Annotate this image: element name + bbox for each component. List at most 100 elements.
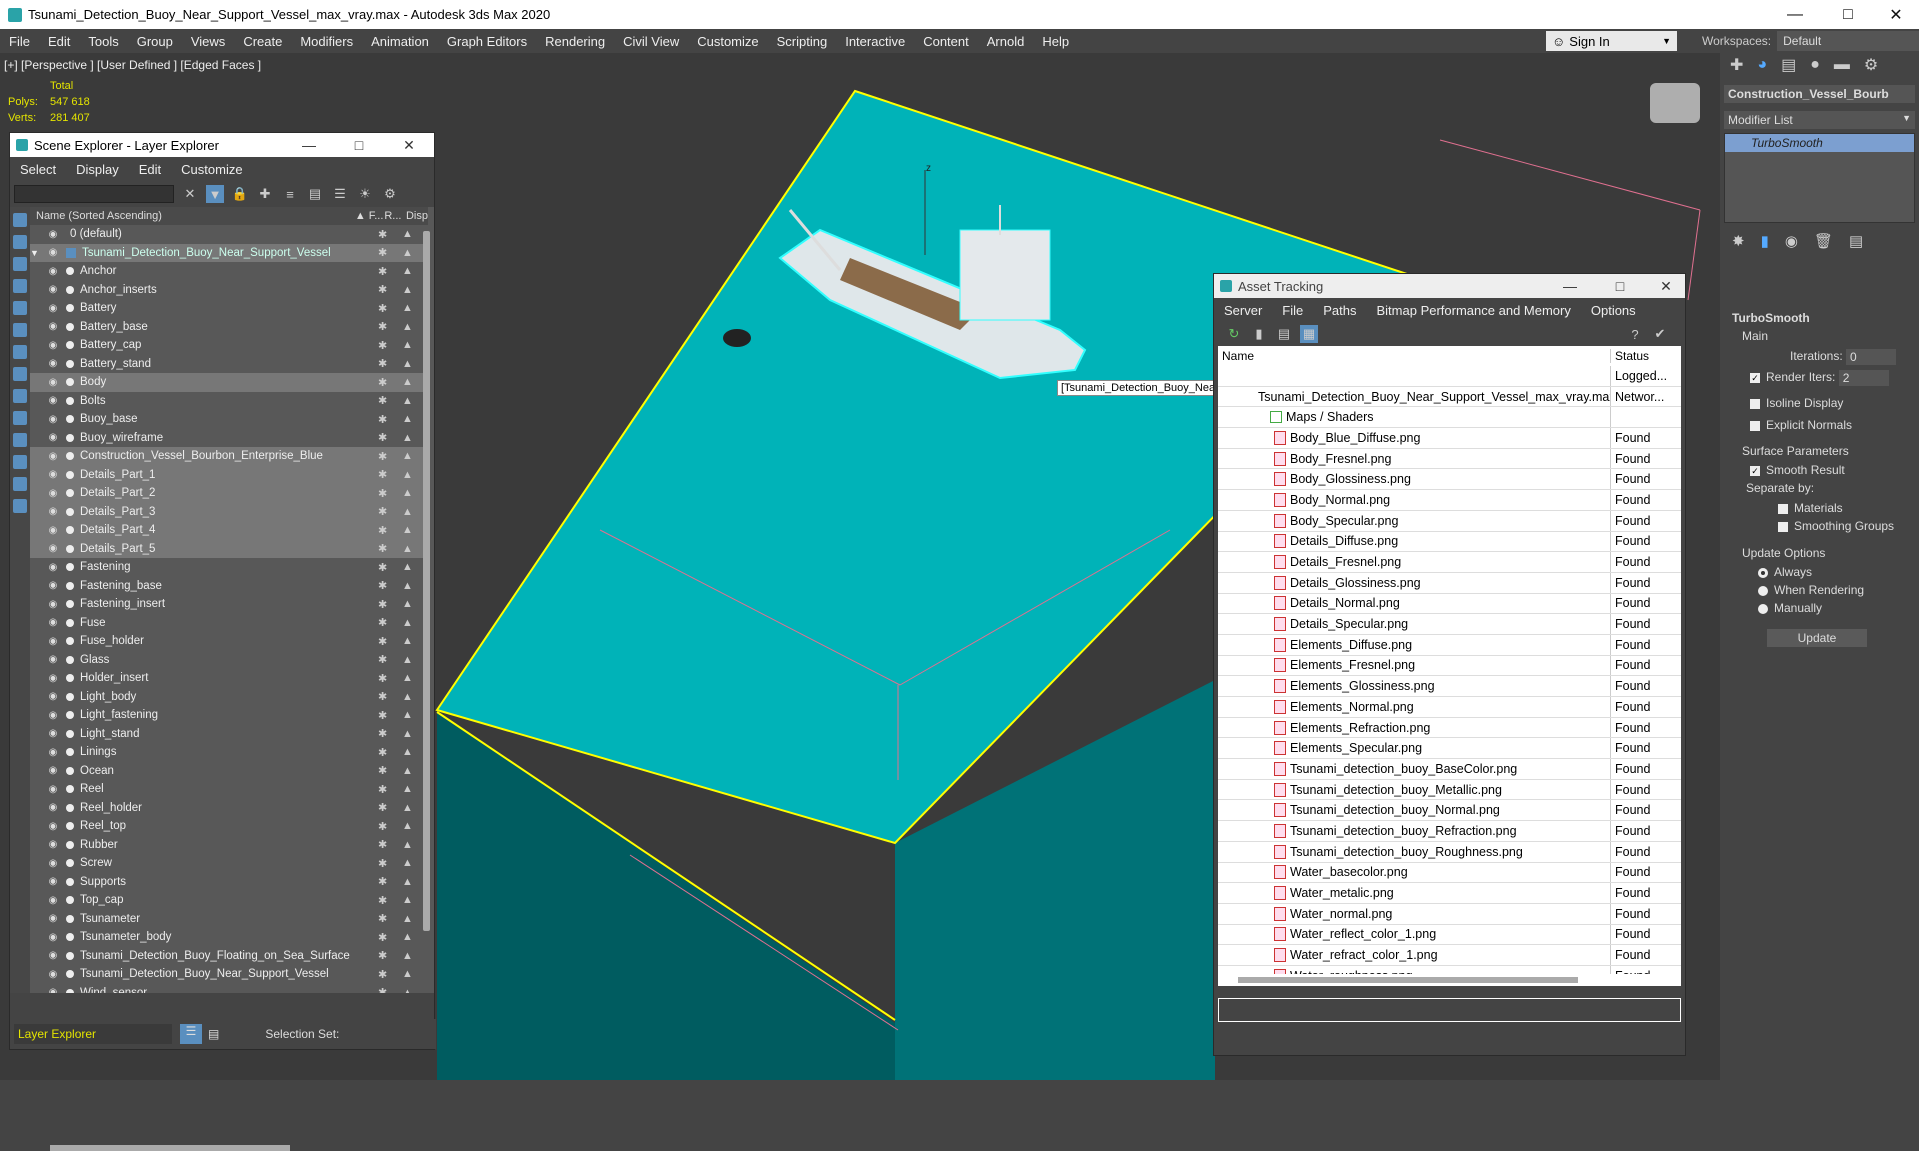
render-icon[interactable]: ▲: [402, 358, 416, 370]
eye-icon[interactable]: ◉: [46, 950, 60, 961]
object-row[interactable]: ◉ Details_Part_3 ✱ ▲: [30, 502, 426, 521]
layers-icon[interactable]: ≡: [281, 185, 299, 203]
object-row[interactable]: ◉ Fuse_holder ✱ ▲: [30, 632, 426, 651]
iterations-spinner[interactable]: 0: [1846, 349, 1897, 365]
freeze-icon[interactable]: ✱: [378, 357, 390, 370]
render-icon[interactable]: ▲: [402, 635, 416, 647]
table-view-icon[interactable]: ▦: [1300, 325, 1318, 343]
eye-icon[interactable]: ◉: [46, 469, 60, 480]
eye-icon[interactable]: ◉: [46, 543, 60, 554]
render-icon[interactable]: ▲: [402, 469, 416, 481]
freeze-icon[interactable]: ✱: [378, 801, 390, 814]
eye-icon[interactable]: ◉: [46, 229, 60, 240]
menu-create[interactable]: Create: [234, 34, 291, 49]
render-icon[interactable]: ▲: [402, 654, 416, 666]
object-row[interactable]: ◉ Screw ✱ ▲: [30, 854, 426, 873]
vertical-scrollbar[interactable]: [423, 231, 430, 931]
freeze-icon[interactable]: ✱: [378, 505, 390, 518]
freeze-icon[interactable]: ✱: [378, 228, 390, 241]
layer-row-default[interactable]: ◉ 0 (default) ✱ ▲: [30, 225, 426, 244]
column-name-header[interactable]: Name (Sorted Ascending): [30, 210, 355, 222]
object-row[interactable]: ◉ Tsunameter_body ✱ ▲: [30, 928, 426, 947]
freeze-icon[interactable]: ✱: [378, 394, 390, 407]
expand-icon[interactable]: ▼: [30, 248, 46, 258]
eye-icon[interactable]: ◉: [46, 488, 60, 499]
menu-arnold[interactable]: Arnold: [978, 34, 1034, 49]
object-row[interactable]: ◉ Wind_sensor ✱ ▲: [30, 984, 426, 993]
eye-icon[interactable]: ◉: [46, 913, 60, 924]
render-icon[interactable]: ▲: [402, 968, 416, 980]
asset-row-file[interactable]: Tsunami_Detection_Buoy_Near_Support_Vess…: [1218, 386, 1681, 408]
help-icon[interactable]: ?: [1626, 325, 1644, 343]
eye-icon[interactable]: ◉: [46, 303, 60, 314]
close-button[interactable]: ✕: [1651, 274, 1681, 298]
eye-icon[interactable]: ◉: [46, 340, 60, 351]
object-row[interactable]: ◉ Details_Part_1 ✱ ▲: [30, 465, 426, 484]
display-all-icon[interactable]: [13, 499, 27, 513]
isoline-checkbox[interactable]: [1750, 398, 1760, 409]
asset-row-map[interactable]: Details_Diffuse.png Found: [1218, 531, 1681, 553]
eye-icon[interactable]: ◉: [46, 858, 60, 869]
viewcube[interactable]: [1650, 83, 1700, 123]
eye-icon[interactable]: ◉: [46, 821, 60, 832]
menu-animation[interactable]: Animation: [362, 34, 438, 49]
maximize-button[interactable]: □: [1825, 0, 1871, 29]
render-icon[interactable]: ▲: [402, 580, 416, 592]
render-icon[interactable]: ▲: [402, 339, 416, 351]
list-icon[interactable]: ▤: [1275, 325, 1293, 343]
minimize-button[interactable]: —: [1555, 274, 1585, 298]
render-icon[interactable]: ▲: [402, 709, 416, 721]
menu-file[interactable]: File: [0, 34, 39, 49]
render-icon[interactable]: ▲: [402, 691, 416, 703]
asset-row-map[interactable]: Elements_Fresnel.png Found: [1218, 655, 1681, 677]
freeze-icon[interactable]: ✱: [378, 487, 390, 500]
update-button[interactable]: Update: [1767, 629, 1867, 647]
sign-in-dropdown[interactable]: ☺ Sign In ▼: [1546, 31, 1677, 51]
eye-icon[interactable]: ◉: [46, 969, 60, 980]
pin-icon[interactable]: ✔: [1651, 325, 1669, 343]
manually-radio[interactable]: [1758, 603, 1768, 614]
asset-row-map[interactable]: Elements_Normal.png Found: [1218, 697, 1681, 718]
object-row[interactable]: ◉ Fastening_insert ✱ ▲: [30, 595, 426, 614]
freeze-icon[interactable]: ✱: [378, 727, 390, 740]
configure-sets-icon[interactable]: ▤: [1849, 232, 1863, 250]
geometry-filter-icon[interactable]: [13, 213, 27, 227]
eye-icon[interactable]: ◉: [46, 876, 60, 887]
create-tab-icon[interactable]: ✚: [1730, 55, 1743, 75]
asset-row-map[interactable]: Body_Blue_Diffuse.png Found: [1218, 428, 1681, 449]
object-row[interactable]: ◉ Light_fastening ✱ ▲: [30, 706, 426, 725]
path-input[interactable]: [1218, 998, 1681, 1022]
workspaces-select[interactable]: Default: [1777, 31, 1919, 51]
xrefs-filter-icon[interactable]: [13, 367, 27, 381]
object-row[interactable]: ◉ Reel ✱ ▲: [30, 780, 426, 799]
asset-row-group[interactable]: Maps / Shaders: [1218, 407, 1681, 429]
at-menu-paths[interactable]: Paths: [1313, 303, 1366, 318]
render-icon[interactable]: ▲: [402, 728, 416, 740]
filter-icon[interactable]: ▼: [206, 185, 224, 203]
freeze-icon[interactable]: ✱: [378, 931, 390, 944]
render-icon[interactable]: ▲: [402, 413, 416, 425]
minimize-button[interactable]: —: [1772, 0, 1818, 29]
object-row[interactable]: ◉ Glass ✱ ▲: [30, 651, 426, 670]
eye-icon[interactable]: ◉: [46, 673, 60, 684]
when-rendering-radio[interactable]: [1758, 585, 1768, 596]
menu-rendering[interactable]: Rendering: [536, 34, 614, 49]
object-row[interactable]: ◉ Bolts ✱ ▲: [30, 392, 426, 411]
render-icon[interactable]: ▲: [402, 931, 416, 943]
freeze-icon[interactable]: ✱: [378, 690, 390, 703]
eye-icon[interactable]: ◉: [46, 728, 60, 739]
freeze-icon[interactable]: ✱: [378, 820, 390, 833]
render-icon[interactable]: ▲: [402, 395, 416, 407]
maximize-button[interactable]: □: [1605, 274, 1635, 298]
asset-row-map[interactable]: Elements_Refraction.png Found: [1218, 717, 1681, 739]
at-menu-bitmap[interactable]: Bitmap Performance and Memory: [1367, 303, 1581, 318]
freeze-icon[interactable]: ✱: [378, 524, 390, 537]
freeze-icon[interactable]: ✱: [378, 431, 390, 444]
object-row[interactable]: ◉ Light_body ✱ ▲: [30, 688, 426, 707]
groups-filter-icon[interactable]: [13, 345, 27, 359]
render-iters-spinner[interactable]: 2: [1838, 370, 1889, 386]
render-icon[interactable]: ▲: [402, 783, 416, 795]
freeze-icon[interactable]: ✱: [378, 653, 390, 666]
menu-modifiers[interactable]: Modifiers: [291, 34, 362, 49]
asset-row-root[interactable]: Logged...: [1218, 366, 1681, 387]
